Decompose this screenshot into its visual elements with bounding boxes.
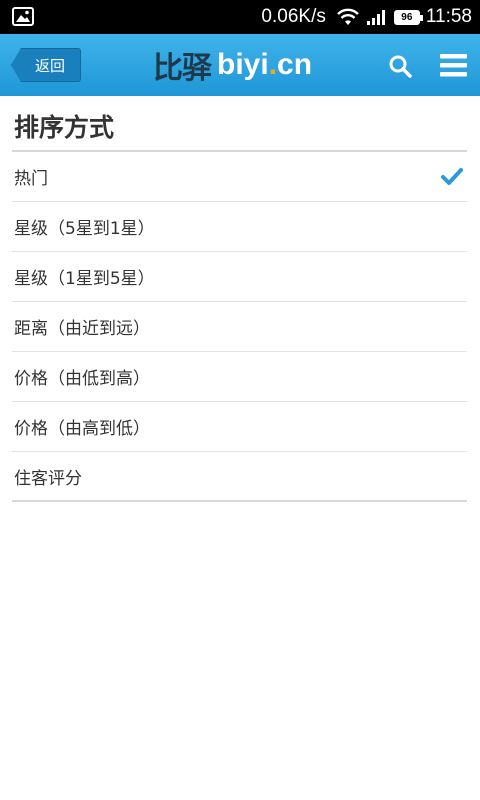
app-header: 返回 比驿 biyi.cn: [0, 34, 480, 96]
site-logo[interactable]: 比驿 biyi.cn: [153, 46, 312, 86]
logo-dot: .: [268, 48, 278, 81]
sort-options-list: 热门 星级（5星到1星） 星级（1星到5星） 距离（由近到远） 价格（由低到高）…: [12, 152, 467, 502]
wifi-icon: [337, 8, 359, 25]
sort-option-price-asc[interactable]: 价格（由低到高）: [12, 352, 467, 402]
logo-domain-name: biyi: [217, 48, 269, 81]
logo-chinese-text: 比驿: [153, 51, 212, 86]
sort-option-distance[interactable]: 距离（由近到远）: [12, 302, 467, 352]
sort-option-label: 价格（由高到低）: [14, 419, 150, 439]
status-bar: 0.06K/s 96 11:58: [0, 0, 480, 34]
search-icon[interactable]: [388, 54, 412, 78]
gallery-notification-icon: [12, 7, 34, 26]
battery-level: 96: [401, 11, 413, 23]
sort-option-label: 距离（由近到远）: [14, 319, 150, 339]
battery-icon: 96: [393, 9, 423, 25]
clock: 11:58: [425, 6, 472, 27]
hamburger-menu-icon[interactable]: [440, 54, 467, 77]
sort-option-stars-desc[interactable]: 星级（5星到1星）: [12, 202, 467, 252]
sort-option-stars-asc[interactable]: 星级（1星到5星）: [12, 252, 467, 302]
sort-option-label: 住客评分: [14, 468, 82, 489]
logo-domain-text: biyi.cn: [217, 48, 312, 82]
status-indicators: 0.06K/s 96 11:58: [261, 0, 472, 34]
sort-option-label: 星级（1星到5星）: [14, 269, 155, 289]
sort-option-label: 热门: [14, 169, 48, 189]
sort-option-popular[interactable]: 热门: [12, 152, 467, 202]
page-title: 排序方式: [14, 113, 115, 142]
sort-option-guest-rating[interactable]: 住客评分: [12, 452, 467, 502]
signal-strength-icon: [366, 10, 385, 25]
back-button[interactable]: 返回: [11, 48, 81, 82]
sort-option-label: 价格（由低到高）: [14, 369, 150, 389]
logo-domain-tld: cn: [277, 48, 313, 81]
sort-option-price-desc[interactable]: 价格（由高到低）: [12, 402, 467, 452]
checkmark-icon: [441, 168, 463, 185]
network-speed: 0.06K/s: [261, 6, 326, 27]
sort-option-label: 星级（5星到1星）: [14, 219, 155, 239]
